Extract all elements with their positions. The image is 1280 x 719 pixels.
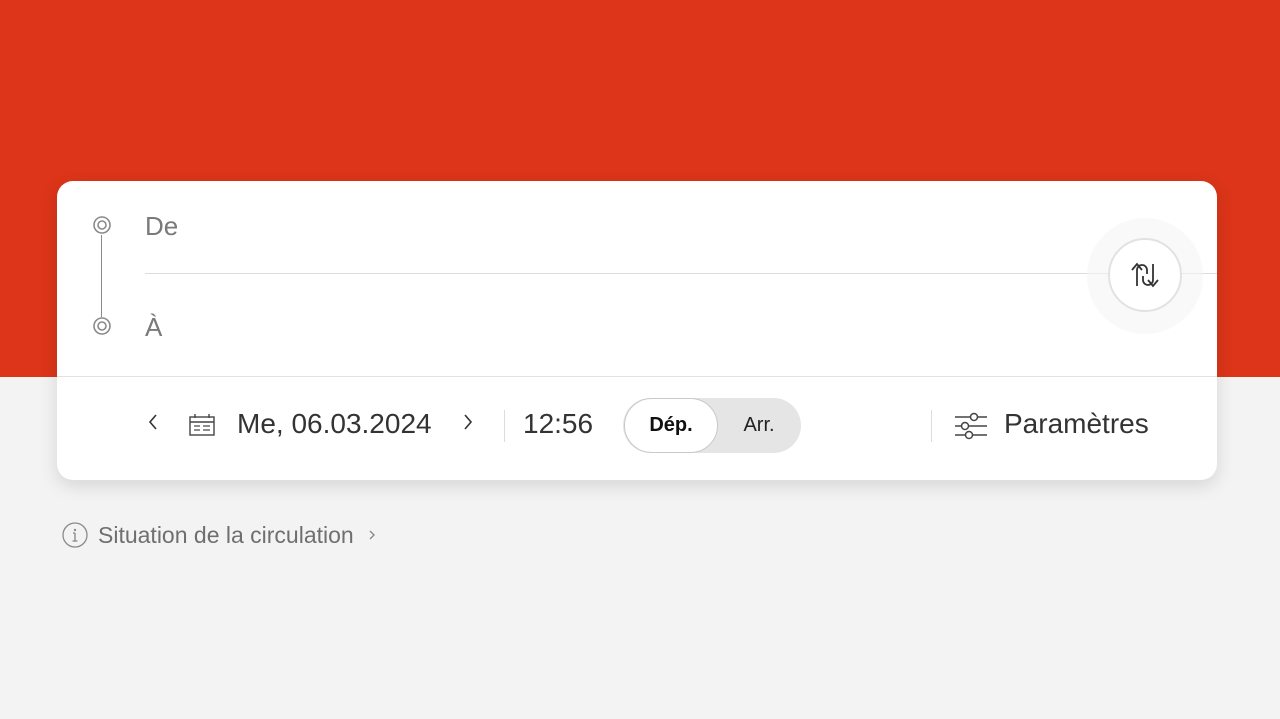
departure-option[interactable]: Dép. — [624, 398, 718, 453]
field-divider — [145, 273, 1217, 274]
chevron-left-icon[interactable] — [146, 410, 160, 434]
traffic-situation-label: Situation de la circulation — [98, 521, 354, 548]
arrival-option[interactable]: Arr. — [717, 398, 801, 453]
swap-icon — [1131, 262, 1159, 288]
from-field[interactable]: De — [145, 206, 1045, 246]
separator — [504, 410, 505, 442]
chevron-right-icon[interactable] — [461, 410, 475, 434]
destination-dot-icon — [93, 317, 111, 335]
info-icon — [62, 522, 88, 548]
sliders-icon — [955, 412, 987, 440]
to-field[interactable]: À — [145, 307, 1045, 347]
origin-dot-icon — [93, 216, 111, 234]
separator — [931, 410, 932, 442]
departure-arrival-toggle: Dép. Arr. — [623, 398, 801, 453]
chevron-right-small-icon — [369, 530, 375, 540]
traffic-situation-link[interactable]: Situation de la circulation — [62, 520, 376, 550]
date-selector[interactable]: Me, 06.03.2024 — [237, 407, 432, 441]
swap-button[interactable] — [1108, 238, 1182, 312]
search-card: De À Me, 06.03.2024 12:56 Dép. Arr. Para… — [57, 181, 1217, 480]
calendar-icon — [189, 414, 215, 436]
time-selector[interactable]: 12:56 — [523, 407, 593, 441]
settings-button[interactable]: Paramètres — [1004, 407, 1149, 441]
datetime-bar: Me, 06.03.2024 12:56 Dép. Arr. Paramètre… — [57, 377, 1217, 480]
route-line — [101, 235, 102, 317]
